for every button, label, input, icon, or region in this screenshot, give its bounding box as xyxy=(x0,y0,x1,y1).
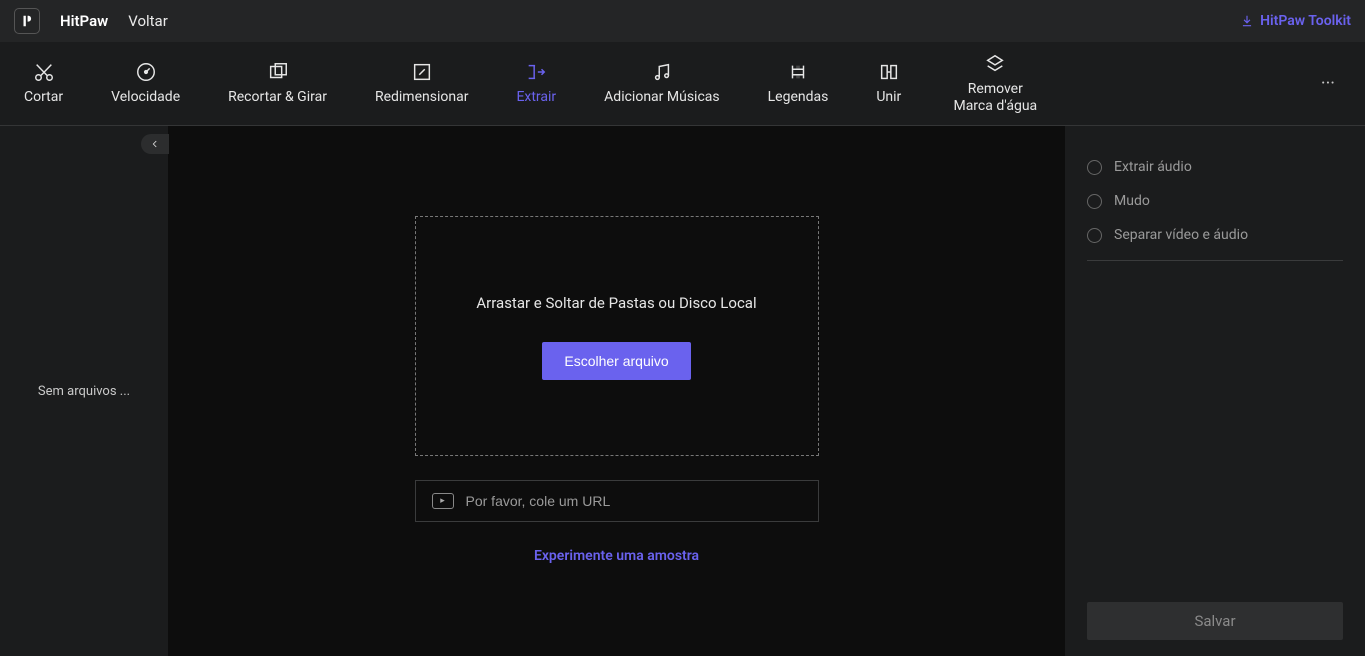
save-button[interactable]: Salvar xyxy=(1087,602,1343,640)
radio-icon xyxy=(1087,194,1102,209)
option-split-av[interactable]: Separar vídeo e áudio xyxy=(1087,218,1343,252)
option-mute[interactable]: Mudo xyxy=(1087,184,1343,218)
tool-resize[interactable]: Redimensionar xyxy=(351,42,493,125)
tool-speed[interactable]: Velocidade xyxy=(87,42,204,125)
drop-instructions: Arrastar e Soltar de Pastas ou Disco Loc… xyxy=(476,292,756,315)
tool-label: Unir xyxy=(876,89,901,105)
watermark-icon xyxy=(984,53,1006,75)
tool-subtitles[interactable]: Legendas xyxy=(744,42,853,125)
tool-label: Velocidade xyxy=(111,89,180,105)
option-label: Extrair áudio xyxy=(1114,159,1192,175)
try-sample-link[interactable]: Experimente uma amostra xyxy=(534,548,699,564)
play-icon: ▸ xyxy=(432,493,454,509)
extract-icon xyxy=(525,61,547,83)
tool-extract[interactable]: Extrair xyxy=(492,42,580,125)
tool-remove-watermark[interactable]: Remover Marca d'água xyxy=(925,42,1065,125)
chevron-left-icon xyxy=(150,139,160,149)
empty-files-text: Sem arquivos ... xyxy=(38,384,130,399)
file-list-panel: Sem arquivos ... xyxy=(0,126,168,656)
music-icon xyxy=(651,61,673,83)
toolbar-more-button[interactable]: ··· xyxy=(1291,42,1365,125)
radio-icon xyxy=(1087,160,1102,175)
url-input[interactable] xyxy=(466,493,802,509)
tool-label: Redimensionar xyxy=(375,89,469,105)
option-extract-audio[interactable]: Extrair áudio xyxy=(1087,150,1343,184)
app-logo-icon xyxy=(14,8,40,34)
divider xyxy=(1087,260,1343,261)
merge-icon xyxy=(878,61,900,83)
options-panel: Extrair áudio Mudo Separar vídeo e áudio… xyxy=(1065,126,1365,656)
tool-add-music[interactable]: Adicionar Músicas xyxy=(580,42,743,125)
radio-icon xyxy=(1087,228,1102,243)
dropzone[interactable]: Arrastar e Soltar de Pastas ou Disco Loc… xyxy=(415,216,819,456)
scissors-icon xyxy=(33,61,55,83)
option-label: Separar vídeo e áudio xyxy=(1114,227,1248,243)
title-bar-left: HitPaw Voltar xyxy=(14,8,168,34)
subtitles-icon xyxy=(787,61,809,83)
speed-icon xyxy=(135,61,157,83)
resize-icon xyxy=(411,61,433,83)
tool-crop-rotate[interactable]: Recortar & Girar xyxy=(204,42,351,125)
tool-cut[interactable]: Cortar xyxy=(0,42,87,125)
toolbar: Cortar Velocidade Recortar & Girar Redim… xyxy=(0,42,1365,126)
option-label: Mudo xyxy=(1114,193,1150,209)
center-panel: Arrastar e Soltar de Pastas ou Disco Loc… xyxy=(168,126,1065,656)
tool-merge[interactable]: Unir xyxy=(852,42,925,125)
toolkit-link[interactable]: HitPaw Toolkit xyxy=(1240,13,1351,29)
crop-rotate-icon xyxy=(267,61,289,83)
back-button[interactable]: Voltar xyxy=(128,12,168,30)
toolkit-label: HitPaw Toolkit xyxy=(1260,13,1351,29)
tool-label: Cortar xyxy=(24,89,63,105)
tool-label: Adicionar Músicas xyxy=(604,89,719,105)
url-input-row: ▸ xyxy=(415,480,819,522)
choose-file-button[interactable]: Escolher arquivo xyxy=(542,342,690,380)
tool-label: Legendas xyxy=(768,89,829,105)
tool-label: Extrair xyxy=(516,89,556,105)
title-bar: HitPaw Voltar HitPaw Toolkit xyxy=(0,0,1365,42)
app-name: HitPaw xyxy=(60,12,108,30)
tool-label: Remover Marca d'água xyxy=(949,81,1041,113)
tool-label: Recortar & Girar xyxy=(228,89,327,105)
collapse-panel-button[interactable] xyxy=(141,134,169,154)
download-icon xyxy=(1240,14,1254,28)
main-area: Sem arquivos ... Arrastar e Soltar de Pa… xyxy=(0,126,1365,656)
